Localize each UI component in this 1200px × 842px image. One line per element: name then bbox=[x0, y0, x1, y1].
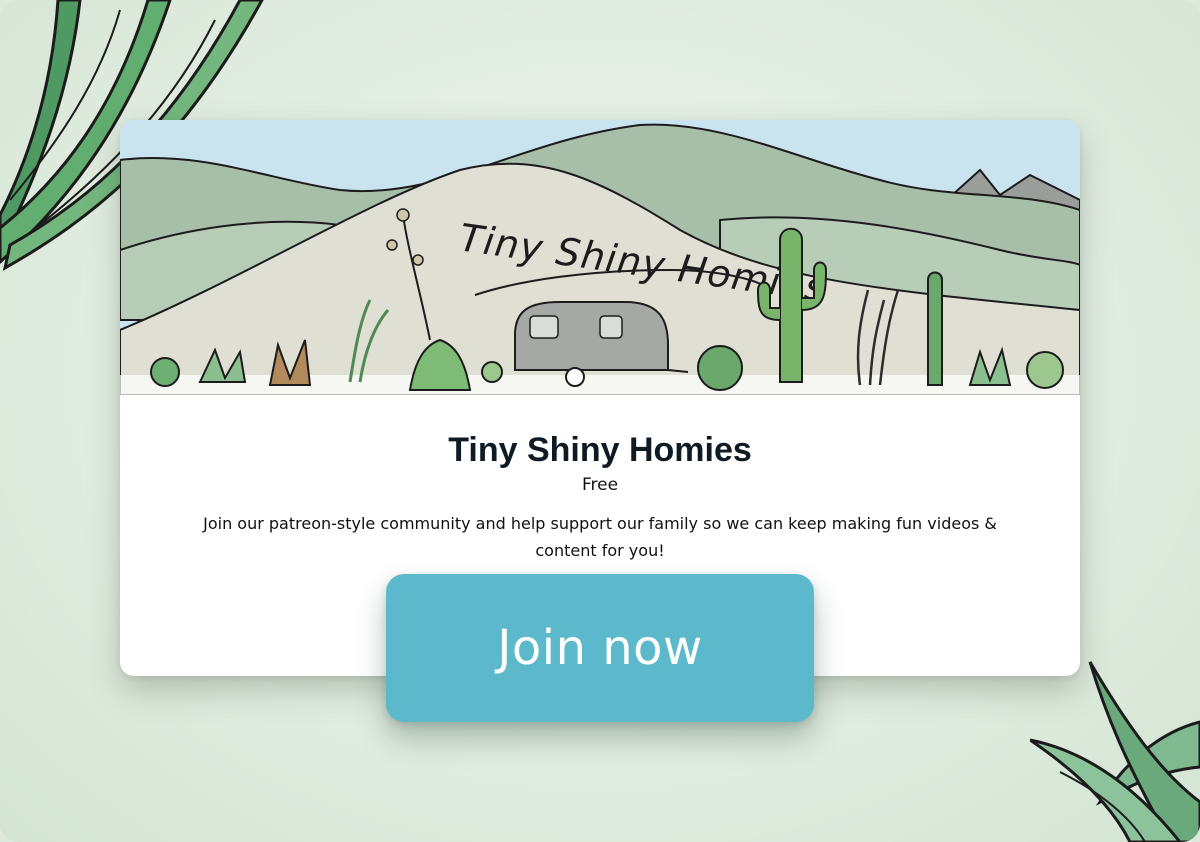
succulent-decoration bbox=[1030, 661, 1200, 842]
page-background: Tiny Shiny Homies Tiny Shiny Homies Free… bbox=[0, 0, 1200, 842]
price-label: Free bbox=[581, 475, 619, 495]
join-now-button[interactable]: Join now bbox=[386, 574, 814, 722]
group-title: Tiny Shiny Homies bbox=[448, 431, 752, 469]
group-description: Join our patreon-style community and hel… bbox=[203, 514, 997, 560]
mountains-illustration: Tiny Shiny Homies bbox=[120, 120, 1080, 395]
card-content: Tiny Shiny Homies Free Join our patreon-… bbox=[120, 420, 1080, 564]
